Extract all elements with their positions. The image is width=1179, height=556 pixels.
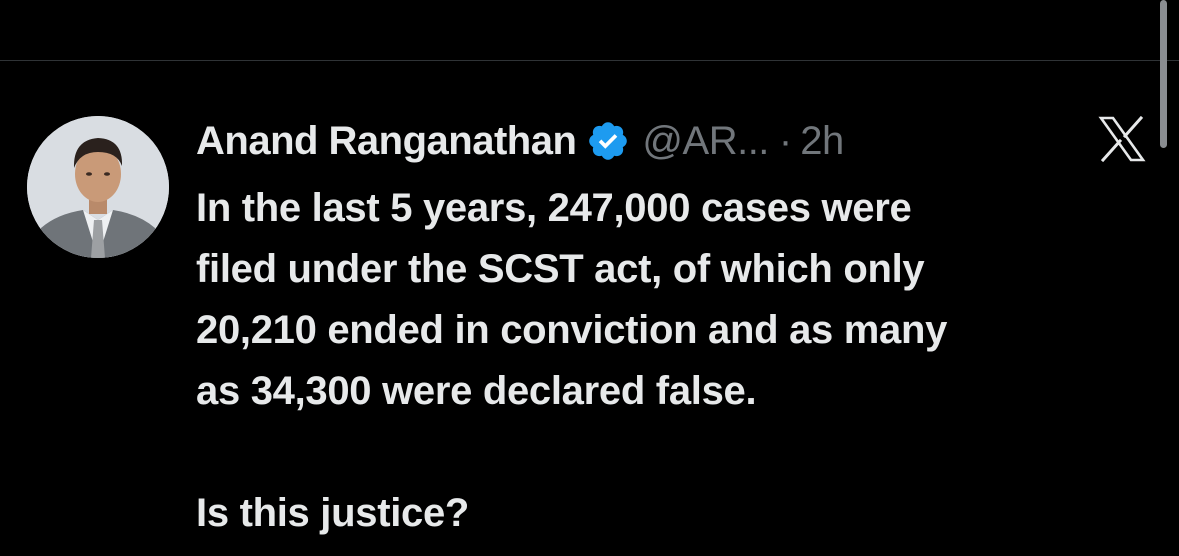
dot-separator: ·: [778, 118, 793, 163]
tweet-text: In the last 5 years, 247,000 cases were …: [196, 178, 1156, 422]
author-handle[interactable]: @AR...: [642, 119, 769, 164]
tweet-text-line: filed under the SCST act, of which only: [196, 247, 925, 291]
x-logo-icon: [1098, 115, 1146, 163]
tweet-text-line: 20,210 ended in conviction and as many: [196, 308, 948, 352]
author-name[interactable]: Anand Ranganathan: [196, 119, 577, 164]
tweet-body: In the last 5 years, 247,000 cases were …: [196, 178, 1156, 544]
tweet-header: Anand Ranganathan @AR... · 2h: [196, 112, 844, 170]
scrollbar[interactable]: [1160, 0, 1167, 148]
tweet-text-line: In the last 5 years, 247,000 cases were: [196, 186, 912, 230]
post-timestamp[interactable]: 2h: [800, 119, 844, 164]
top-divider: [0, 60, 1179, 61]
verified-badge-icon[interactable]: [586, 119, 630, 163]
tweet-question: Is this justice?: [196, 491, 470, 535]
avatar-portrait-icon: [27, 116, 169, 258]
author-avatar[interactable]: [27, 116, 169, 258]
tweet-text-line: as 34,300 were declared false.: [196, 369, 757, 413]
